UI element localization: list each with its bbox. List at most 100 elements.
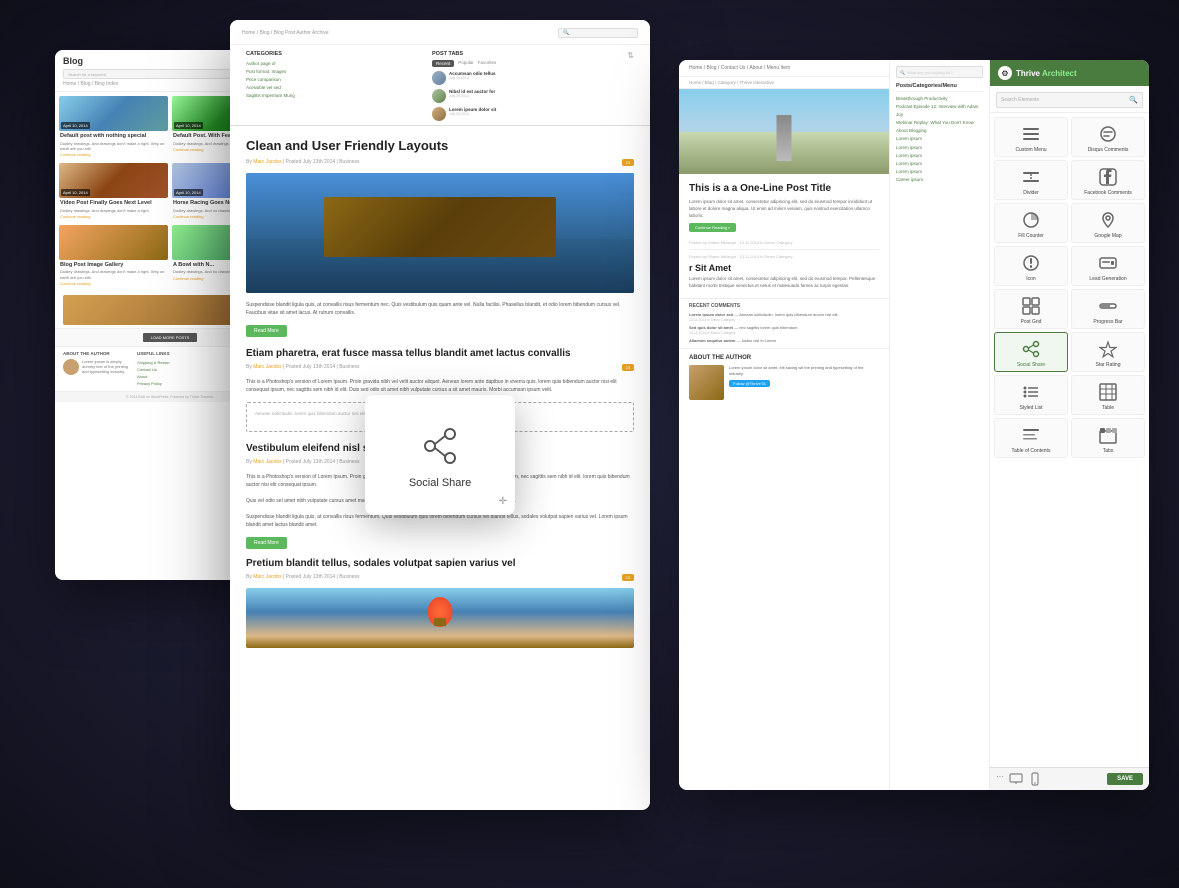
posts-link[interactable]: Lorem ipsum bbox=[896, 160, 983, 168]
search-magnifier-icon: 🔍 bbox=[1129, 96, 1138, 104]
elements-grid-inner: Custom Menu Disqus Comments Divider bbox=[994, 117, 1145, 458]
styled-list-icon bbox=[1020, 381, 1042, 403]
element-styled-list[interactable]: Styled List bbox=[994, 375, 1068, 415]
element-label: Star Rating bbox=[1095, 362, 1120, 368]
card-date: April 10, 2014 bbox=[174, 189, 203, 196]
author-info: Lorem ipsum dolor sit amet, elit sacing … bbox=[729, 365, 879, 400]
nav-contact[interactable]: Contact Us bbox=[721, 65, 746, 71]
author-row: Lorem ipsum is simply dummy text of the … bbox=[63, 359, 129, 375]
desktop-icon[interactable] bbox=[1009, 772, 1023, 786]
author-avatar bbox=[63, 359, 79, 375]
google-map-icon bbox=[1097, 209, 1119, 231]
mobile-icon[interactable] bbox=[1028, 772, 1042, 786]
thrive-architect-panel: ⚙ Thrive Architect Search Elements 🔍 Cus… bbox=[989, 60, 1149, 790]
tab-favorites[interactable]: Favorites bbox=[478, 60, 497, 67]
comment-2-date: 13.11.2014 in Demo Category bbox=[689, 331, 879, 336]
posts-link[interactable]: Breakthrough Productivity bbox=[896, 95, 983, 103]
element-label: Facebook Comments bbox=[1084, 190, 1132, 196]
element-custom-menu[interactable]: Custom Menu bbox=[994, 117, 1068, 157]
blog-card: April 10, 2014 Video Post Finally Goes N… bbox=[59, 163, 168, 221]
lead-gen-icon bbox=[1097, 252, 1119, 274]
load-more-button[interactable]: LOAD MORE POSTS bbox=[143, 333, 198, 342]
search-elements-placeholder: Search Elements bbox=[1001, 97, 1129, 103]
post-featured-image bbox=[246, 173, 634, 293]
element-star-rating[interactable]: Star Rating bbox=[1071, 332, 1145, 372]
element-lead-generation[interactable]: Lead Generation bbox=[1071, 246, 1145, 286]
element-label: Custom Menu bbox=[1015, 147, 1046, 153]
posts-link[interactable]: Lorem ipsum bbox=[896, 135, 983, 143]
thrive-post-body: This is a a One-Line Post Title Lorem ip… bbox=[679, 174, 889, 298]
tab-popular[interactable]: Popular bbox=[458, 60, 474, 67]
post-header: Home / Blog / Blog Post Author Archive 🔍 bbox=[230, 20, 650, 45]
read-more-button[interactable]: Read More bbox=[246, 325, 287, 337]
custom-menu-icon bbox=[1020, 123, 1042, 145]
nav-blog[interactable]: Blog bbox=[707, 65, 717, 71]
social-share-overlay: Social Share ✛ bbox=[365, 395, 515, 515]
posts-link[interactable]: Podcast Episode 12: Interview with Adam … bbox=[896, 103, 983, 119]
nav-menu[interactable]: Menu Item bbox=[767, 65, 791, 71]
element-post-grid[interactable]: Post Grid bbox=[994, 289, 1068, 329]
post-section-4-title: Pretium blandit tellus, sodales volutpat… bbox=[246, 557, 634, 570]
posts-link[interactable]: Webinar Replay: What You Don't Know Abou… bbox=[896, 119, 983, 135]
author-desc: Lorem ipsum is simply dummy text of the … bbox=[82, 359, 129, 375]
card-title: Default post with nothing special bbox=[60, 133, 167, 140]
posts-search-input[interactable]: 🔍 What are you looking for? bbox=[896, 66, 983, 78]
element-google-map[interactable]: Google Map bbox=[1071, 203, 1145, 243]
elements-search-input[interactable]: Search Elements 🔍 bbox=[996, 92, 1143, 108]
post-meta: By Marc Jacobs | Posted July 13th 2014 |… bbox=[246, 159, 634, 165]
post-main-title: Clean and User Friendly Layouts bbox=[246, 138, 634, 155]
more-icon[interactable]: ··· bbox=[996, 772, 1004, 786]
element-progress-bar[interactable]: Progress Bar bbox=[1071, 289, 1145, 329]
element-divider[interactable]: Divider bbox=[994, 160, 1068, 200]
posts-link[interactable]: Career ipsum bbox=[896, 176, 983, 184]
save-button[interactable]: SAVE bbox=[1107, 773, 1143, 785]
progress-bar-icon bbox=[1097, 295, 1119, 317]
blog-card-text: Default post with nothing special Dudley… bbox=[59, 131, 168, 159]
element-table-of-contents[interactable]: Table of Contents bbox=[994, 418, 1068, 458]
continue-reading-btn[interactable]: Continue Reading » bbox=[689, 223, 736, 232]
comment-date: July 25 2014 bbox=[449, 112, 618, 116]
element-facebook-comments[interactable]: Facebook Comments bbox=[1071, 160, 1145, 200]
element-disqus-comments[interactable]: Disqus Comments bbox=[1071, 117, 1145, 157]
element-label: Tabs bbox=[1103, 448, 1114, 454]
posts-link[interactable]: Lorem ipsum bbox=[896, 152, 983, 160]
element-fill-counter[interactable]: Fill Counter bbox=[994, 203, 1068, 243]
post-search-box[interactable]: 🔍 bbox=[558, 28, 638, 38]
element-table[interactable]: Table bbox=[1071, 375, 1145, 415]
posts-link[interactable]: Lorem ipsum bbox=[896, 168, 983, 176]
categories-col: CATEGORIES Author page ofPost format: Im… bbox=[246, 45, 432, 125]
thrive-posts-sidebar: 🔍 What are you looking for? Posts/Catego… bbox=[889, 60, 989, 790]
tab-recent[interactable]: Recent bbox=[432, 60, 454, 67]
posts-section-title: Posts/Categories/Menu bbox=[896, 83, 983, 92]
social-share-element-icon bbox=[1020, 338, 1042, 360]
thrive-about-author: About the Author Lorem ipsum dolor sit a… bbox=[679, 348, 889, 406]
element-icon[interactable]: Icon bbox=[994, 246, 1068, 286]
blog-card-image bbox=[59, 225, 168, 260]
twitter-follow-button[interactable]: Follow @ThriveTA bbox=[729, 380, 770, 387]
thrive-post-title: This is a a One-Line Post Title bbox=[689, 182, 879, 195]
card-link[interactable]: Continue reading bbox=[60, 214, 167, 219]
facebook-icon bbox=[1097, 166, 1119, 188]
read-more-button-2[interactable]: Read More bbox=[246, 537, 287, 549]
nav-about[interactable]: About bbox=[749, 65, 762, 71]
comment-body: Accumsan odio tellus July 25 2014 bbox=[449, 71, 618, 85]
nav-home[interactable]: Home bbox=[689, 65, 702, 71]
card-link[interactable]: Continue reading bbox=[60, 152, 167, 157]
card-link[interactable]: Continue reading bbox=[60, 281, 167, 286]
element-label: Social Share bbox=[1017, 362, 1045, 368]
comment-avatar bbox=[432, 89, 446, 103]
comment-1-date: 13.11.2014 in Demo Category bbox=[689, 318, 879, 323]
categories-list: Author page ofPost format: ImagesPrice c… bbox=[246, 60, 432, 100]
element-tabs[interactable]: Tabs bbox=[1071, 418, 1145, 458]
useful-links-title: USEFUL LINKS bbox=[137, 351, 203, 356]
posts-link[interactable]: Lorem ipsum bbox=[896, 144, 983, 152]
comment-item: Lorem ipsum dolor sit July 25 2014 bbox=[432, 107, 618, 121]
thrive-post-body-text: Lorem ipsum dolor sit amet, consectetur … bbox=[689, 199, 879, 219]
comment-1: Lorem ipsum dolor sed — Aenean sollicitu… bbox=[689, 312, 879, 323]
blog-card-text: Video Post Finally Goes Next Level Dudle… bbox=[59, 198, 168, 221]
author-photo bbox=[689, 365, 724, 400]
architect-brand: Thrive Architect bbox=[1016, 69, 1077, 78]
element-social-share[interactable]: Social Share bbox=[994, 332, 1068, 372]
tabs-icon bbox=[1097, 424, 1119, 446]
thrive-post-meta2: Posted by Shane Melaugh · 13.11.2014 in … bbox=[689, 254, 879, 259]
